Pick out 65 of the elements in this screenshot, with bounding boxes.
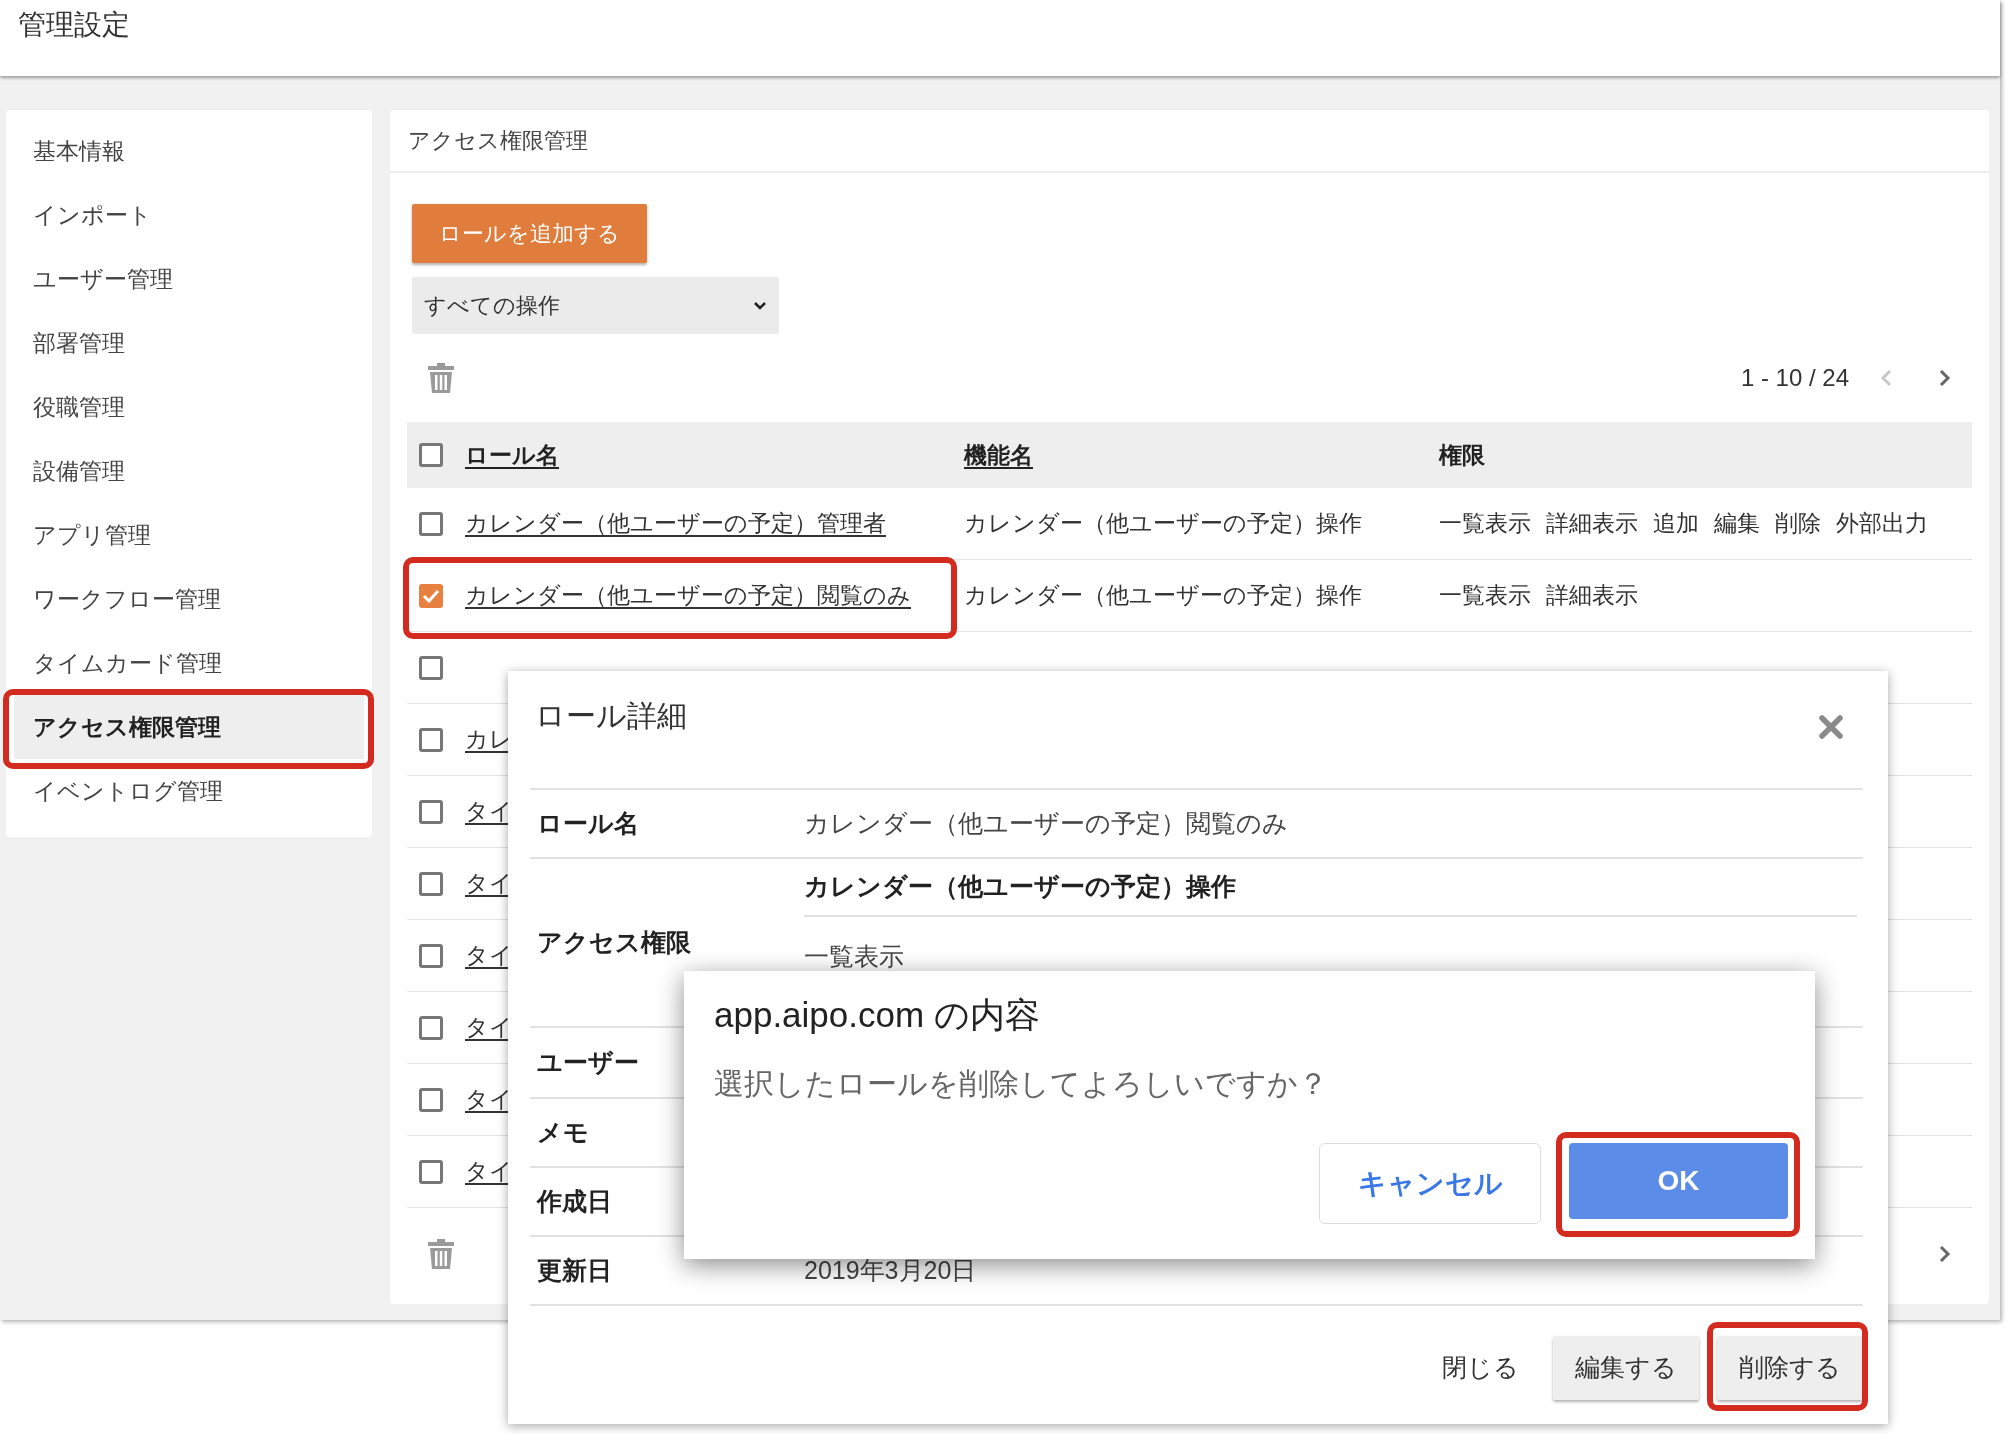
sidebar-item[interactable]: ワークフロー管理: [14, 567, 364, 631]
column-header[interactable]: ロール名: [465, 441, 559, 468]
field-label: ロール名: [537, 807, 639, 839]
checkbox[interactable]: [419, 871, 443, 896]
checkbox[interactable]: [419, 1015, 443, 1040]
permission-text: 詳細表示: [1546, 509, 1638, 539]
permission-text: 一覧表示: [1439, 509, 1531, 539]
field-label: メモ: [537, 1116, 589, 1148]
checkbox[interactable]: [419, 799, 443, 824]
field-label: アクセス権限: [537, 926, 691, 958]
checkbox[interactable]: [419, 583, 443, 608]
permission-text: 削除: [1775, 509, 1821, 539]
field-value: カレンダー（他ユーザーの予定）閲覧のみ: [804, 807, 1289, 839]
dialog-button[interactable]: キャンセル: [1319, 1143, 1541, 1224]
checkbox[interactable]: [419, 443, 443, 467]
sidebar-item[interactable]: 基本情報: [14, 119, 364, 183]
confirm-title: app.aipo.com の内容: [714, 994, 1041, 1036]
trash-icon[interactable]: [428, 363, 454, 393]
field-label: ユーザー: [537, 1046, 639, 1078]
trash-icon[interactable]: [428, 1239, 454, 1269]
chevron-down-icon: [753, 300, 767, 311]
permission-text: 一覧表示: [1439, 581, 1531, 611]
panel-title: アクセス権限管理: [408, 127, 588, 155]
sidebar-item[interactable]: タイムカード管理: [14, 631, 364, 695]
sidebar-item[interactable]: アプリ管理: [14, 503, 364, 567]
chevron-right-icon[interactable]: [1938, 1244, 1952, 1264]
sidebar-item[interactable]: 設備管理: [14, 439, 364, 503]
dialog-button[interactable]: 閉じる: [1426, 1336, 1535, 1400]
role-link[interactable]: カレンダー（他ユーザーの予定）管理者: [465, 510, 886, 537]
field-label: 作成日: [537, 1185, 612, 1217]
permission-text: 追加: [1653, 509, 1699, 539]
checkbox[interactable]: [419, 655, 443, 680]
dialog-button[interactable]: 編集する: [1553, 1336, 1699, 1400]
table-cell: カレンダー（他ユーザーの予定）操作: [964, 582, 1362, 609]
checkbox[interactable]: [419, 511, 443, 536]
permission-text: 編集: [1714, 509, 1760, 539]
permission-text: 詳細表示: [1546, 581, 1638, 611]
field-value: 一覧表示: [804, 941, 904, 973]
field-label: 更新日: [537, 1254, 612, 1286]
sidebar-item[interactable]: 役職管理: [14, 375, 364, 439]
sidebar-item[interactable]: イベントログ管理: [14, 759, 364, 823]
table-cell: カレンダー（他ユーザーの予定）操作: [964, 510, 1362, 537]
checkbox[interactable]: [419, 943, 443, 968]
sidebar-item[interactable]: ユーザー管理: [14, 247, 364, 311]
operation-select[interactable]: すべての操作: [412, 277, 779, 334]
column-header[interactable]: 機能名: [964, 441, 1033, 468]
dialog-title: ロール詳細: [534, 698, 687, 734]
chevron-right-icon[interactable]: [1938, 368, 1952, 388]
permission-group: カレンダー（他ユーザーの予定）操作: [804, 868, 1236, 906]
permission-text: 外部出力: [1836, 509, 1928, 539]
checkbox[interactable]: [419, 1159, 443, 1184]
page-title: 管理設定: [18, 9, 130, 40]
checkbox[interactable]: [419, 1087, 443, 1112]
check-icon: [422, 588, 440, 603]
dialog-button[interactable]: 削除する: [1717, 1336, 1863, 1400]
pagination-text: 1 - 10 / 24: [1740, 363, 1849, 393]
column-header: 権限: [1439, 441, 1485, 468]
sidebar-item[interactable]: アクセス権限管理: [14, 695, 364, 759]
sidebar-item[interactable]: インポート: [14, 183, 364, 247]
close-icon[interactable]: [1819, 715, 1843, 739]
checkbox[interactable]: [419, 727, 443, 752]
role-link[interactable]: カレンダー（他ユーザーの予定）閲覧のみ: [465, 582, 911, 609]
confirm-message: 選択したロールを削除してよろしいですか？: [714, 1066, 1329, 1101]
field-value: 2019年3月20日: [804, 1254, 978, 1286]
sidebar-item[interactable]: 部署管理: [14, 311, 364, 375]
